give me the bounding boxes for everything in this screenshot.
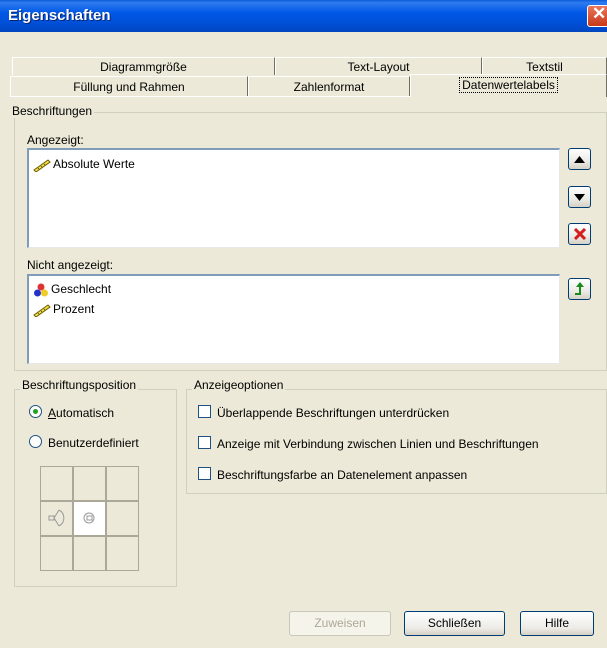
grid-cell <box>106 501 139 536</box>
hidden-label: Nicht angezeigt: <box>27 258 114 272</box>
move-down-button[interactable] <box>568 186 591 208</box>
list-item[interactable]: Geschlecht <box>33 280 111 298</box>
arrow-turn-up-icon <box>574 282 584 295</box>
tab-datenwertelabels[interactable]: Datenwertelabels <box>410 74 607 97</box>
help-button[interactable]: Hilfe <box>520 611 594 636</box>
delete-icon <box>573 228 586 240</box>
apply-button[interactable]: Zuweisen <box>289 611 391 636</box>
position-grid <box>40 466 140 571</box>
scale-icon <box>33 159 51 173</box>
checkbox-connection-lines[interactable] <box>198 436 211 449</box>
move-up-button[interactable] <box>568 148 591 170</box>
list-item[interactable]: Prozent <box>33 300 94 318</box>
grid-cell <box>73 466 106 501</box>
tab-textstil[interactable]: Textstil <box>482 57 607 75</box>
checkbox-match-color-label: Beschriftungsfarbe an Datenelement anpas… <box>217 468 468 482</box>
label-center-icon <box>83 512 95 524</box>
label-left-icon <box>48 509 65 527</box>
radio-benutzerdefiniert-label: Benutzerdefiniert <box>48 436 139 450</box>
radio-automatisch[interactable] <box>29 405 42 418</box>
checkbox-match-color[interactable] <box>198 467 211 480</box>
move-to-shown-button[interactable] <box>568 278 591 300</box>
arrow-up-icon <box>574 155 585 163</box>
grid-cell-left <box>40 501 73 536</box>
tab-panel-border <box>10 96 410 97</box>
grid-cell <box>40 536 73 571</box>
close-icon: ✕ <box>592 4 607 23</box>
close-dialog-button[interactable]: Schließen <box>404 611 505 636</box>
list-item[interactable]: Absolute Werte <box>33 155 135 173</box>
labels-group-title: Beschriftungen <box>10 104 95 118</box>
grid-cell <box>40 466 73 501</box>
checkbox-suppress-overlap[interactable] <box>198 405 211 418</box>
tab-text-layout[interactable]: Text-Layout <box>275 57 482 75</box>
checkbox-connection-lines-label: Anzeige mit Verbindung zwischen Linien u… <box>217 437 539 451</box>
close-button[interactable]: ✕ <box>587 4 607 27</box>
arrow-down-icon <box>574 193 585 201</box>
shown-listbox[interactable]: Absolute Werte <box>27 148 560 248</box>
nominal-icon <box>34 283 48 297</box>
title-bar: Eigenschaften ✕ <box>0 0 607 32</box>
shown-label: Angezeigt: <box>27 133 84 147</box>
window-title: Eigenschaften <box>8 7 111 24</box>
grid-cell <box>73 536 106 571</box>
delete-button[interactable] <box>568 223 591 245</box>
display-options-group-title: Anzeigeoptionen <box>192 378 286 392</box>
hidden-listbox[interactable]: Geschlecht Prozent <box>27 274 560 364</box>
scale-icon <box>33 304 51 318</box>
radio-automatisch-label: Automatisch <box>48 406 115 420</box>
tab-zahlenformat[interactable]: Zahlenformat <box>248 76 410 96</box>
radio-benutzerdefiniert[interactable] <box>29 435 42 448</box>
tab-diagrammgroesse[interactable]: Diagrammgröße <box>12 57 275 75</box>
checkbox-suppress-overlap-label: Überlappende Beschriftungen unterdrücken <box>217 406 450 420</box>
grid-cell <box>106 466 139 501</box>
tab-fuellung-und-rahmen[interactable]: Füllung und Rahmen <box>10 76 248 96</box>
grid-cell-center <box>73 501 106 536</box>
grid-cell <box>106 536 139 571</box>
position-group-title: Beschriftungsposition <box>20 378 139 392</box>
